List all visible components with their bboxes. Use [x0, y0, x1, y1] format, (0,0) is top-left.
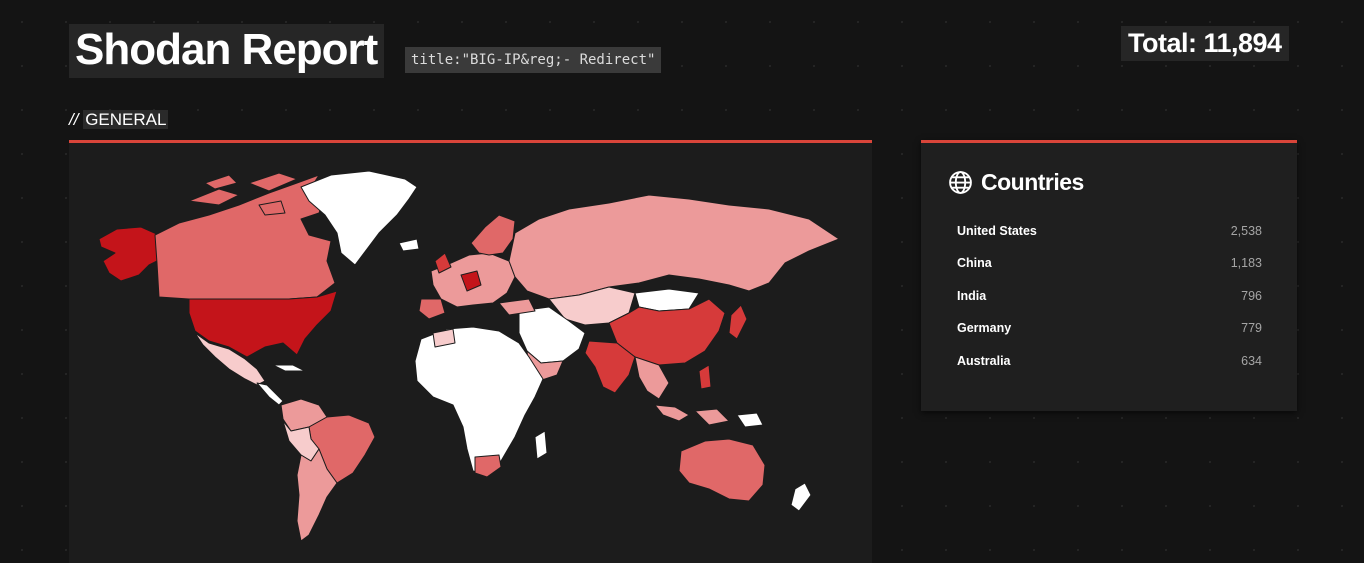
country-row[interactable]: United States 2,538	[957, 222, 1262, 254]
country-name[interactable]: India	[957, 287, 986, 319]
country-row[interactable]: India 796	[957, 287, 1262, 319]
map-region-indonesia[interactable]	[654, 404, 730, 426]
map-region-papua[interactable]	[736, 412, 764, 428]
country-name[interactable]: China	[957, 254, 992, 286]
country-name[interactable]: Australia	[957, 352, 1011, 384]
total-count: Total: 11,894	[1121, 26, 1289, 61]
map-region-australia[interactable]	[678, 438, 766, 502]
globe-icon	[949, 171, 972, 194]
map-region-alaska[interactable]	[98, 226, 160, 282]
country-count: 2,538	[1230, 224, 1262, 238]
map-region-russia[interactable]	[508, 194, 840, 300]
countries-header: Countries	[948, 169, 1084, 196]
map-region-africa[interactable]	[414, 326, 544, 476]
country-row[interactable]: Australia 634	[957, 352, 1262, 384]
map-region-new-zealand[interactable]	[790, 482, 812, 512]
country-count: 634	[1241, 353, 1262, 368]
map-region-south-africa[interactable]	[474, 454, 502, 478]
world-map-panel	[69, 140, 872, 563]
countries-panel: Countries United States 2,538 China 1,18…	[921, 140, 1297, 411]
country-row[interactable]: Germany 779	[957, 319, 1262, 351]
map-region-scandinavia[interactable]	[470, 214, 516, 256]
search-query: title:"BIG-IP&reg;- Redirect"	[405, 47, 662, 73]
section-prefix: //	[69, 110, 79, 129]
map-region-philippines[interactable]	[698, 364, 712, 390]
map-region-central-america[interactable]	[256, 382, 284, 406]
map-region-japan[interactable]	[728, 304, 748, 340]
world-map	[98, 170, 840, 542]
map-region-madagascar[interactable]	[534, 430, 548, 460]
map-region-iceland[interactable]	[398, 238, 420, 252]
map-region-caribbean[interactable]	[272, 364, 306, 372]
section-label: GENERAL	[83, 110, 169, 129]
country-name[interactable]: Germany	[957, 319, 1011, 351]
section-heading: // GENERAL	[69, 110, 169, 130]
report-title: Shodan Report	[69, 24, 385, 78]
country-name[interactable]: United States	[957, 222, 1037, 254]
country-count: 779	[1241, 321, 1262, 336]
map-region-iberia[interactable]	[418, 298, 446, 320]
country-list: United States 2,538 China 1,183 India 79…	[957, 222, 1262, 384]
country-row[interactable]: China 1,183	[957, 254, 1262, 286]
country-count: 1,183	[1230, 256, 1262, 271]
countries-title: Countries	[981, 169, 1084, 195]
country-count: 796	[1241, 288, 1262, 303]
